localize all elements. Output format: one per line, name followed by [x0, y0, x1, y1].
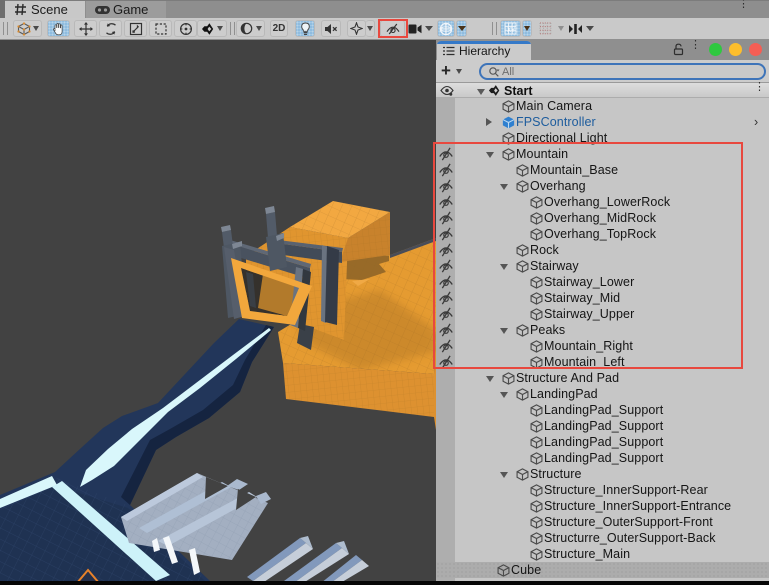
svg-text:XY: XY	[507, 28, 515, 34]
